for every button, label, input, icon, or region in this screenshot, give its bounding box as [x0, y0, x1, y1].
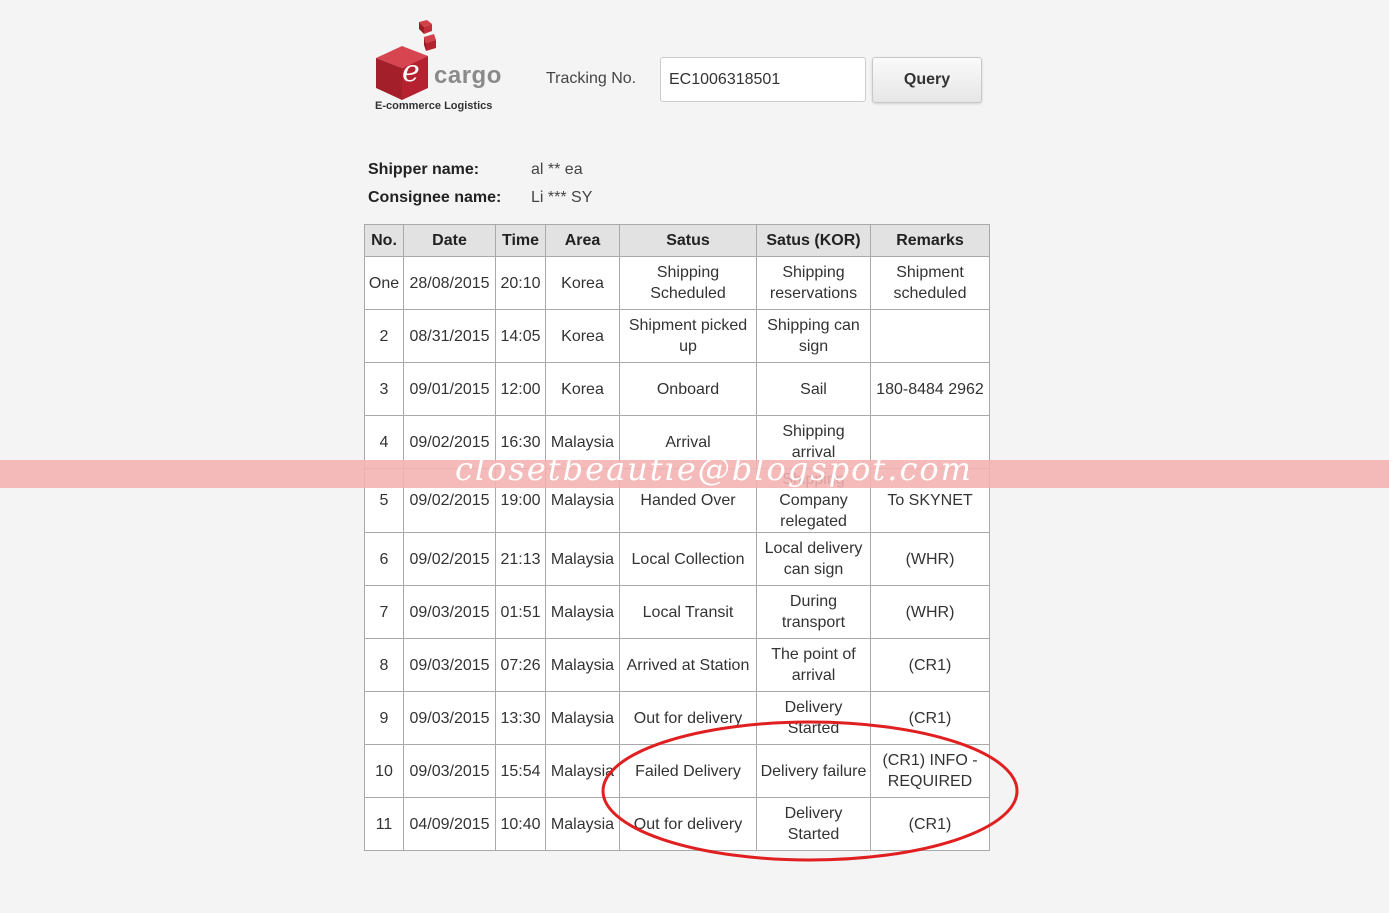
cell-remarks: (CR1): [870, 691, 990, 745]
shipper-name-value: al ** ea: [531, 161, 583, 178]
column-header-remarks: Remarks: [870, 224, 990, 257]
table-row: 10 09/03/2015 15:54 Malaysia Failed Delivery…: [364, 744, 990, 798]
cell-status-kor: Delivery Started: [756, 691, 871, 745]
cell-time: 01:51: [495, 585, 546, 639]
cell-date: 09/03/2015: [403, 585, 496, 639]
cell-remarks: 180-8484 2962: [870, 362, 990, 416]
table-row: One 28/08/2015 20:10 Korea Shipping Schedule…: [364, 256, 990, 310]
table-row: 6 09/02/2015 21:13 Malaysia Local Collection…: [364, 532, 990, 586]
consignee-name-label: Consignee name:: [368, 189, 502, 206]
cell-no: 3: [364, 362, 404, 416]
cell-area: Korea: [545, 256, 620, 310]
cell-no: 7: [364, 585, 404, 639]
cell-time: 07:26: [495, 638, 546, 692]
cell-status-kor: Delivery Started: [756, 797, 871, 851]
cell-no: 9: [364, 691, 404, 745]
shipper-name-label: Shipper name:: [368, 161, 480, 178]
cell-status-kor: Shipping can sign: [756, 309, 871, 363]
column-header-area: Area: [545, 224, 620, 257]
cell-status: Shipment picked up: [619, 309, 757, 363]
table-row: 9 09/03/2015 13:30 Malaysia Out for delivery…: [364, 691, 990, 745]
cell-date: 09/03/2015: [403, 638, 496, 692]
table-row: 8 09/03/2015 07:26 Malaysia Arrived at Stati…: [364, 638, 990, 692]
cell-status-kor: Delivery failure: [756, 744, 871, 798]
table-row: 11 04/09/2015 10:40 Malaysia Out for deliver…: [364, 797, 990, 851]
cell-time: 15:54: [495, 744, 546, 798]
cell-status-kor: Sail: [756, 362, 871, 416]
cell-status: Shipping Scheduled: [619, 256, 757, 310]
ecargo-logo: e cargo E-commerce Logistics: [372, 18, 507, 118]
cell-area: Malaysia: [545, 797, 620, 851]
cell-no: 8: [364, 638, 404, 692]
cell-area: Malaysia: [545, 532, 620, 586]
cell-status-kor: Shipping reservations: [756, 256, 871, 310]
table-row: 3 09/01/2015 12:00 Korea Onboard Sail 180-8484…: [364, 362, 990, 416]
cell-date: 09/02/2015: [403, 532, 496, 586]
cell-status: Failed Delivery: [619, 744, 757, 798]
cell-no: 6: [364, 532, 404, 586]
tracking-history-table: No. Date Time Area Satus Satus (KOR) Rem…: [364, 224, 990, 851]
cell-status: Local Transit: [619, 585, 757, 639]
logo-wordmark: cargo: [434, 62, 502, 89]
cell-date: 09/01/2015: [403, 362, 496, 416]
cell-area: Malaysia: [545, 744, 620, 798]
cell-status: Arrived at Station: [619, 638, 757, 692]
cell-remarks: (WHR): [870, 585, 990, 639]
cell-time: 21:13: [495, 532, 546, 586]
column-header-no: No.: [364, 224, 404, 257]
cell-time: 13:30: [495, 691, 546, 745]
cell-time: 14:05: [495, 309, 546, 363]
cell-remarks: (CR1): [870, 638, 990, 692]
cell-no: 2: [364, 309, 404, 363]
cell-date: 04/09/2015: [403, 797, 496, 851]
cell-status: Out for delivery: [619, 797, 757, 851]
watermark-text: closetbeautie@blogspot.com: [455, 450, 973, 488]
cell-remarks: Shipment scheduled: [870, 256, 990, 310]
tracking-number-label: Tracking No.: [546, 70, 637, 87]
table-row: 7 09/03/2015 01:51 Malaysia Local Transit Dur…: [364, 585, 990, 639]
tracking-number-input[interactable]: [660, 57, 866, 102]
cell-area: Malaysia: [545, 691, 620, 745]
cell-time: 20:10: [495, 256, 546, 310]
table-row: 2 08/31/2015 14:05 Korea Shipment picked up S…: [364, 309, 990, 363]
cell-time: 10:40: [495, 797, 546, 851]
table-header-row: No. Date Time Area Satus Satus (KOR) Rem…: [364, 224, 990, 257]
cell-remarks: (CR1): [870, 797, 990, 851]
cell-date: 09/03/2015: [403, 691, 496, 745]
cell-date: 09/03/2015: [403, 744, 496, 798]
cell-status-kor: During transport: [756, 585, 871, 639]
cell-date: 08/31/2015: [403, 309, 496, 363]
column-header-date: Date: [403, 224, 496, 257]
cell-status: Onboard: [619, 362, 757, 416]
column-header-time: Time: [495, 224, 546, 257]
cell-no: One: [364, 256, 404, 310]
cell-status: Local Collection: [619, 532, 757, 586]
cell-date: 28/08/2015: [403, 256, 496, 310]
cell-status: Out for delivery: [619, 691, 757, 745]
query-button[interactable]: Query: [872, 57, 982, 103]
cell-time: 12:00: [495, 362, 546, 416]
cell-remarks: (WHR): [870, 532, 990, 586]
cell-no: 11: [364, 797, 404, 851]
cell-area: Korea: [545, 362, 620, 416]
consignee-name-value: Li *** SY: [531, 189, 593, 206]
cell-area: Malaysia: [545, 638, 620, 692]
cell-remarks: (CR1) INFO - REQUIRED: [870, 744, 990, 798]
cell-status-kor: The point of arrival: [756, 638, 871, 692]
cell-no: 10: [364, 744, 404, 798]
column-header-status: Satus: [619, 224, 757, 257]
column-header-status-kor: Satus (KOR): [756, 224, 871, 257]
cell-remarks: [870, 309, 990, 363]
cell-area: Malaysia: [545, 585, 620, 639]
logo-tagline: E-commerce Logistics: [375, 100, 493, 112]
cell-status-kor: Local delivery can sign: [756, 532, 871, 586]
cell-area: Korea: [545, 309, 620, 363]
